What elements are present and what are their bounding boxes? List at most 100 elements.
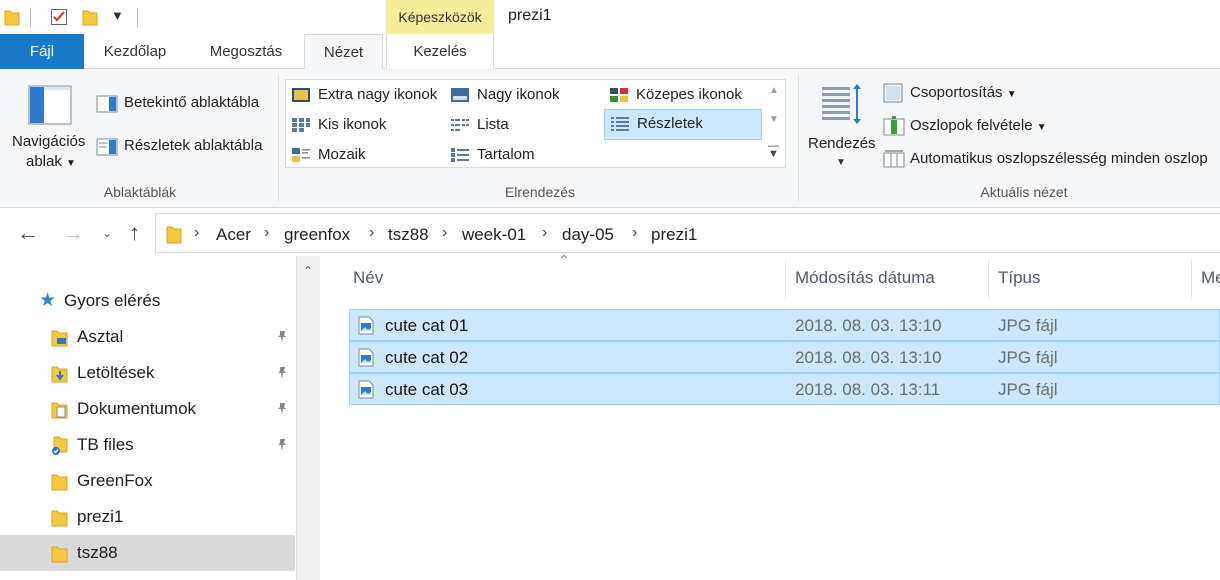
nav-item-tsz88[interactable]: tsz88 xyxy=(0,535,295,571)
navigation-pane-label-2: ablak ▼ xyxy=(26,153,76,170)
layout-details[interactable]: Részletek xyxy=(604,109,762,140)
breadcrumb-item[interactable]: prezi1 xyxy=(651,225,697,245)
tab-home[interactable]: Kezdőlap xyxy=(88,34,182,69)
scroll-up-icon[interactable]: ▲ xyxy=(769,85,779,96)
image-file-icon xyxy=(358,380,374,399)
column-header-date-modified[interactable]: Módosítás dátuma xyxy=(795,268,935,288)
customize-quick-access-icon[interactable]: ▼ xyxy=(111,8,124,23)
pin-icon[interactable] xyxy=(275,330,289,344)
nav-item-desktop[interactable]: Asztal xyxy=(0,319,295,355)
sort-ascending-icon: ⌃ xyxy=(558,252,570,268)
extra-large-icons-icon xyxy=(292,88,310,102)
breadcrumb-item[interactable]: day-05 xyxy=(562,225,614,245)
chevron-down-icon: ▼ xyxy=(836,157,846,168)
folder-icon xyxy=(51,474,68,491)
breadcrumb-item[interactable]: Acer xyxy=(216,225,251,245)
large-icons-icon xyxy=(451,88,469,102)
layout-extra-large-icons[interactable]: Extra nagy ikonok xyxy=(286,81,446,109)
file-date-modified: 2018. 08. 03. 13:11 xyxy=(795,380,941,399)
nav-item-quick-access[interactable]: ★ Gyors elérés xyxy=(0,283,295,319)
pin-icon[interactable] xyxy=(275,366,289,380)
nav-item-documents[interactable]: Dokumentumok xyxy=(0,391,295,427)
address-row: ← → ⌄ ↑ › Acer › greenfox › tsz88 › week… xyxy=(0,208,1220,256)
layout-medium-icons[interactable]: Közepes ikonok xyxy=(604,81,762,109)
up-arrow-icon[interactable]: ↑ xyxy=(129,220,140,246)
nav-item-greenfox[interactable]: GreenFox xyxy=(0,463,295,499)
navigation-pane-icon xyxy=(28,85,72,125)
pin-icon[interactable] xyxy=(275,402,289,416)
folder-icon[interactable] xyxy=(4,8,20,26)
group-by-button[interactable]: Csoportosítás ▼ xyxy=(883,81,1053,105)
layout-small-icons[interactable]: Kis ikonok xyxy=(286,111,446,139)
tab-share[interactable]: Megosztás xyxy=(196,34,296,69)
file-date-modified: 2018. 08. 03. 13:10 xyxy=(795,316,942,335)
sort-by-icon xyxy=(822,84,861,124)
column-header-type[interactable]: Típus xyxy=(998,268,1041,288)
layout-large-icons[interactable]: Nagy ikonok xyxy=(445,81,600,109)
details-icon xyxy=(611,117,629,131)
file-row[interactable]: cute cat 02 2018. 08. 03. 13:10 JPG fájl xyxy=(349,341,1220,373)
layout-label: Lista xyxy=(477,116,509,133)
sort-by-button[interactable]: Rendezés ▼ xyxy=(806,77,878,177)
preview-pane-button[interactable]: Betekintő ablaktábla xyxy=(96,93,271,115)
breadcrumb-separator-icon[interactable]: › xyxy=(542,224,547,242)
properties-icon[interactable] xyxy=(50,8,68,26)
nav-label: tsz88 xyxy=(77,543,118,562)
gallery-expand-icon[interactable]: — ▼ xyxy=(768,141,779,160)
new-folder-icon[interactable] xyxy=(82,8,98,26)
file-row[interactable]: cute cat 03 2018. 08. 03. 13:11 JPG fájl xyxy=(349,373,1220,405)
small-icons-icon xyxy=(292,118,310,132)
breadcrumb-item[interactable]: week-01 xyxy=(462,225,526,245)
recent-locations-icon[interactable]: ⌄ xyxy=(102,226,112,240)
file-name: cute cat 02 xyxy=(385,348,469,367)
layout-tiles[interactable]: Mozaik xyxy=(286,141,446,169)
layout-label: Tartalom xyxy=(477,146,535,163)
ribbon-tabs: Fájl Kezdőlap Megosztás Nézet xyxy=(0,34,1220,70)
column-divider[interactable] xyxy=(1191,259,1192,299)
column-header-name[interactable]: Név xyxy=(353,268,383,288)
nav-item-prezi1[interactable]: prezi1 xyxy=(0,499,295,535)
synced-folder-icon xyxy=(52,436,68,455)
breadcrumb-separator-icon[interactable]: › xyxy=(194,224,199,242)
layout-label: Mozaik xyxy=(318,146,366,163)
add-columns-button[interactable]: Oszlopok felvétele ▼ xyxy=(883,114,1063,138)
file-row[interactable]: cute cat 01 2018. 08. 03. 13:10 JPG fájl xyxy=(349,309,1220,341)
breadcrumb-item[interactable]: greenfox xyxy=(284,225,350,245)
navigation-pane: ★ Gyors elérés Asztal Letöltések Dokumen… xyxy=(0,256,320,580)
pin-icon[interactable] xyxy=(275,438,289,452)
preview-pane-label: Betekintő ablaktábla xyxy=(124,94,260,111)
navigation-pane-button[interactable]: Navigációs ablak ▼ xyxy=(8,77,92,177)
column-divider[interactable] xyxy=(785,259,786,299)
scroll-down-icon[interactable]: ▼ xyxy=(769,114,779,125)
nav-item-tb-files[interactable]: TB files xyxy=(0,427,295,463)
group-by-label: Csoportosítás ▼ xyxy=(910,84,1017,101)
forward-arrow-icon[interactable]: → xyxy=(62,220,84,246)
address-bar[interactable]: › Acer › greenfox › tsz88 › week-01 › da… xyxy=(155,213,1220,253)
breadcrumb-separator-icon[interactable]: › xyxy=(632,224,637,242)
autosize-columns-label: Automatikus oszlopszélesség minden oszlo… xyxy=(910,150,1208,167)
tab-view[interactable]: Nézet xyxy=(304,34,383,70)
details-pane-button[interactable]: Részletek ablaktábla xyxy=(96,136,271,158)
file-name: cute cat 03 xyxy=(385,380,469,399)
column-header-size[interactable]: Me xyxy=(1201,268,1220,288)
column-divider[interactable] xyxy=(988,259,989,299)
nav-item-downloads[interactable]: Letöltések xyxy=(0,355,295,391)
layout-label: Részletek xyxy=(637,115,703,132)
breadcrumb-separator-icon[interactable]: › xyxy=(264,224,269,242)
nav-label: GreenFox xyxy=(77,471,153,490)
breadcrumb-item[interactable]: tsz88 xyxy=(388,225,429,245)
breadcrumb-separator-icon[interactable]: › xyxy=(369,224,374,242)
navigation-pane-scrollbar[interactable]: ⌃ xyxy=(296,256,320,580)
layout-list[interactable]: Lista xyxy=(445,111,600,139)
tab-file[interactable]: Fájl xyxy=(0,34,84,69)
autosize-columns-button[interactable]: Automatikus oszlopszélesség minden oszlo… xyxy=(883,147,1220,171)
scroll-up-icon[interactable]: ⌃ xyxy=(303,264,313,278)
nav-label: Asztal xyxy=(77,327,124,346)
back-arrow-icon[interactable]: ← xyxy=(17,220,39,246)
desktop-folder-icon xyxy=(51,330,68,347)
file-list: ⌃ Név Módosítás dátuma Típus Me cute cat… xyxy=(324,252,1220,580)
tab-manage[interactable]: Kezelés xyxy=(387,34,493,69)
layout-content[interactable]: Tartalom xyxy=(445,141,600,169)
breadcrumb-separator-icon[interactable]: › xyxy=(442,224,447,242)
star-icon: ★ xyxy=(39,290,57,311)
